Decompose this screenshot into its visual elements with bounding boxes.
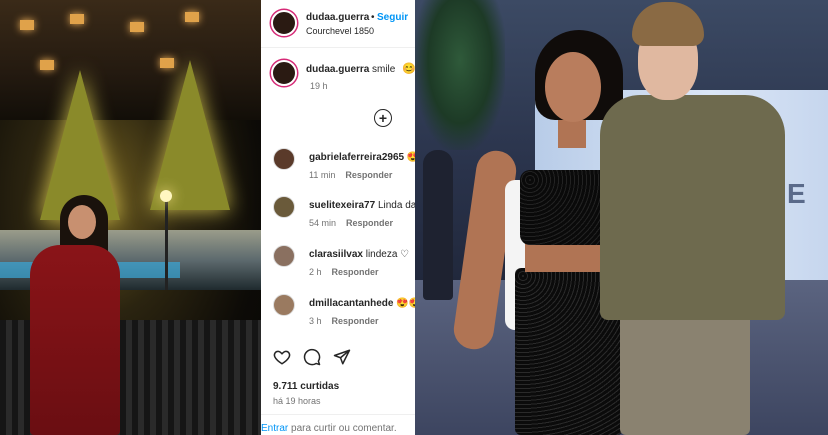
plus-icon: +: [378, 110, 388, 126]
comment-avatar[interactable]: [273, 148, 295, 170]
instagram-post-panel: dudaa.guerra • Seguir Courchevel 1850 du…: [261, 0, 415, 435]
comment-item: suelitexeira77 Linda da 54 min Responder: [261, 196, 415, 236]
post-location[interactable]: Courchevel 1850: [306, 26, 374, 36]
comment-time: 54 min: [309, 218, 337, 228]
likes-count[interactable]: 9.711 curtidas: [273, 381, 339, 392]
comment-avatar[interactable]: [273, 294, 295, 316]
comment-item: gabrielaferreira2965 😍 11 min Responder: [261, 148, 415, 188]
follow-button[interactable]: Seguir: [377, 12, 408, 23]
share-icon[interactable]: [333, 348, 351, 366]
comment-meta: 3 h Responder: [309, 316, 379, 326]
comment-meta: 11 min Responder: [309, 170, 392, 180]
street-lamp: [160, 190, 172, 202]
caption-emoji: 😊: [402, 63, 415, 75]
caption-text: smile: [372, 64, 396, 75]
reply-button[interactable]: Responder: [332, 316, 379, 326]
load-more-comments-button[interactable]: +: [374, 109, 392, 127]
reply-button[interactable]: Responder: [332, 267, 379, 277]
post-username[interactable]: dudaa.guerra: [306, 12, 369, 23]
comment-body: lindeza ♡: [365, 249, 410, 260]
comment-body: 😍😍: [396, 298, 415, 309]
comment-time: 11 min: [309, 170, 336, 180]
caption-username[interactable]: dudaa.guerra: [306, 64, 369, 75]
comment-body: 😍: [406, 152, 415, 163]
separator-dot: •: [371, 12, 375, 23]
comment-text: gabrielaferreira2965 😍: [309, 152, 415, 163]
comment-username[interactable]: clarasiilvax: [309, 249, 363, 260]
reply-button[interactable]: Responder: [345, 170, 392, 180]
comment-text: dmillacantanhede 😍😍: [309, 298, 415, 309]
post-photo-courchevel: [0, 0, 261, 435]
login-link[interactable]: Entrar: [261, 423, 288, 434]
footer-text: Entrar para curtir ou comentar.: [261, 423, 397, 434]
comment-text: clarasiilvax lindeza ♡: [309, 249, 409, 260]
lit-tree: [150, 60, 230, 210]
profile-avatar[interactable]: [271, 10, 297, 36]
comment-username[interactable]: suelitexeira77: [309, 200, 375, 211]
footer-message: para curtir ou comentar.: [288, 423, 397, 434]
event-photo: E: [415, 0, 828, 435]
comment-time: 2 h: [309, 267, 322, 277]
comment-username[interactable]: gabrielaferreira2965: [309, 152, 404, 163]
comment-meta: 54 min Responder: [309, 218, 393, 228]
post-actions: [273, 348, 403, 368]
post-header: dudaa.guerra • Seguir Courchevel 1850: [261, 0, 415, 48]
backdrop-letters: E: [787, 178, 812, 209]
boy-olive-shirt: [600, 0, 790, 435]
comment-avatar[interactable]: [273, 245, 295, 267]
caption-avatar[interactable]: [271, 60, 297, 86]
heart-icon[interactable]: [273, 348, 291, 366]
comment-body: Linda da: [377, 200, 415, 211]
reply-button[interactable]: Responder: [346, 218, 393, 228]
woman-red-coat: [30, 195, 125, 435]
comment-icon[interactable]: [303, 348, 321, 366]
caption-time: 19 h: [310, 81, 328, 91]
background-person: [423, 150, 453, 300]
login-footer: Entrar para curtir ou comentar.: [261, 414, 415, 435]
post-time: há 19 horas: [273, 396, 321, 406]
comment-avatar[interactable]: [273, 196, 295, 218]
lamp-post: [165, 200, 168, 290]
comment-item: dmillacantanhede 😍😍 3 h Responder: [261, 294, 415, 334]
comment-time: 3 h: [309, 316, 322, 326]
comment-username[interactable]: dmillacantanhede: [309, 298, 393, 309]
comment-meta: 2 h Responder: [309, 267, 379, 277]
comment-item: clarasiilvax lindeza ♡ 2 h Responder: [261, 245, 415, 285]
comment-text: suelitexeira77 Linda da: [309, 200, 415, 211]
